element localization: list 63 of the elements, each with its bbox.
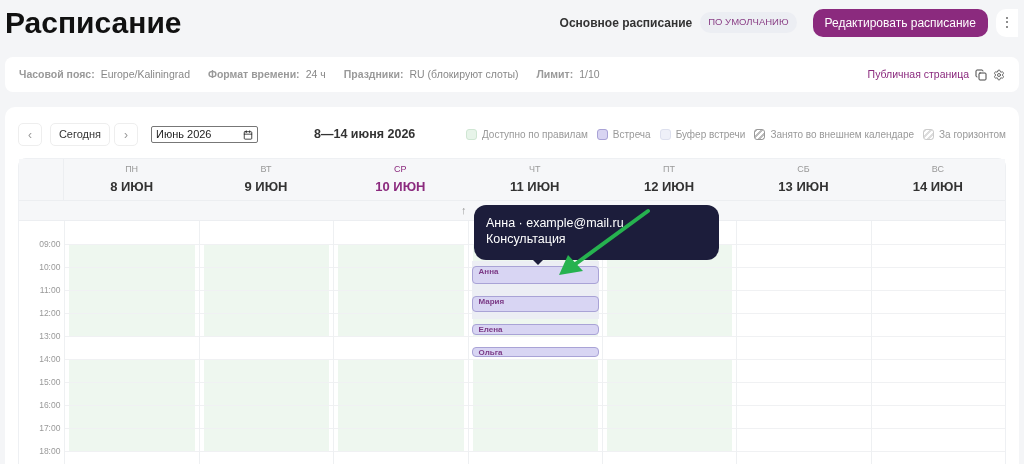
prev-button[interactable]: ‹: [18, 123, 42, 146]
tooltip-text: Анна · example@mail.ru: [486, 215, 625, 231]
page-title: Расписание: [5, 7, 182, 38]
meeting-event[interactable]: Мария: [471, 296, 599, 312]
tooltip-text: Консультация: [486, 231, 567, 247]
meeting-event[interactable]: Анна: [471, 266, 599, 284]
hour-label: 15:00: [39, 378, 61, 387]
hour-label: 18:00: [39, 447, 61, 456]
day-date: 9 ИЮН: [244, 177, 288, 196]
day-date: 14 ИЮН: [912, 177, 963, 196]
weekday-label: ЧТ: [528, 163, 541, 176]
info-label: Часовой пояс:: [19, 66, 95, 82]
day-date: 11 ИЮН: [509, 177, 560, 196]
weekday-label: ПН: [125, 163, 139, 176]
hour-label: 16:00: [39, 401, 61, 410]
legend-label: За горизонтом: [939, 128, 1006, 142]
public-page-link[interactable]: Публичная страница: [867, 66, 969, 83]
weekday-label: СБ: [797, 163, 810, 176]
hour-label: 12:00: [39, 309, 61, 318]
hour-label: 13:00: [39, 332, 61, 341]
hour-label: 17:00: [39, 424, 61, 433]
collapse-toggle[interactable]: ↑: [461, 202, 467, 219]
info-value: 24 ч: [305, 66, 326, 82]
info-value: RU (блокируют слоты): [409, 66, 519, 82]
edit-schedule-button[interactable]: Редактировать расписание: [812, 8, 988, 37]
legend-swatch-icon: [659, 129, 671, 140]
date-range: 8—14 июня 2026: [314, 126, 416, 144]
legend-label: Занято во внешнем календаре: [770, 128, 914, 142]
settings-icon[interactable]: [993, 68, 1005, 81]
hour-label: 10:00: [39, 263, 61, 272]
info-label: Формат времени:: [207, 66, 300, 82]
day-date: 8 ИЮН: [110, 177, 154, 196]
weekday-label: ВТ: [260, 163, 272, 176]
weekday-label: СР: [394, 163, 407, 176]
legend-label: Встреча: [612, 128, 651, 142]
legend-label: Буфер встречи: [675, 128, 746, 142]
legend-label: Доступно по правилам: [481, 128, 588, 142]
meeting-event[interactable]: Ольга: [471, 347, 599, 357]
hour-label: 14:00: [39, 355, 61, 364]
legend-swatch-icon: [465, 129, 477, 140]
more-button[interactable]: ⋮: [996, 8, 1018, 37]
meeting-event[interactable]: Елена: [471, 324, 599, 335]
day-date: 13 ИЮН: [778, 177, 829, 196]
hour-label: 11:00: [39, 286, 61, 295]
info-value: 1/10: [579, 66, 600, 82]
info-value: Europe/Kaliningrad: [100, 66, 190, 82]
calendar-icon[interactable]: [243, 129, 253, 140]
day-date: 10 ИЮН: [375, 177, 426, 196]
default-badge: ПО УМОЛЧАНИЮ: [700, 12, 797, 33]
schedule-name: Основное расписание: [559, 14, 693, 32]
weekday-label: ВС: [931, 163, 944, 176]
hatched-swatch-icon: [754, 129, 766, 140]
day-date: 12 ИЮН: [643, 177, 695, 196]
today-button[interactable]: Сегодня: [50, 123, 110, 146]
legend-swatch-icon: [596, 129, 608, 140]
month-field[interactable]: Июнь 2026: [151, 126, 258, 143]
info-label: Лимит:: [536, 66, 574, 82]
hatched-swatch-icon: [923, 129, 934, 140]
copy-icon[interactable]: [975, 68, 987, 81]
hour-label: 09:00: [39, 240, 61, 249]
next-button[interactable]: ›: [114, 123, 138, 146]
info-label: Праздники:: [343, 66, 404, 82]
weekday-label: ПТ: [663, 163, 676, 176]
